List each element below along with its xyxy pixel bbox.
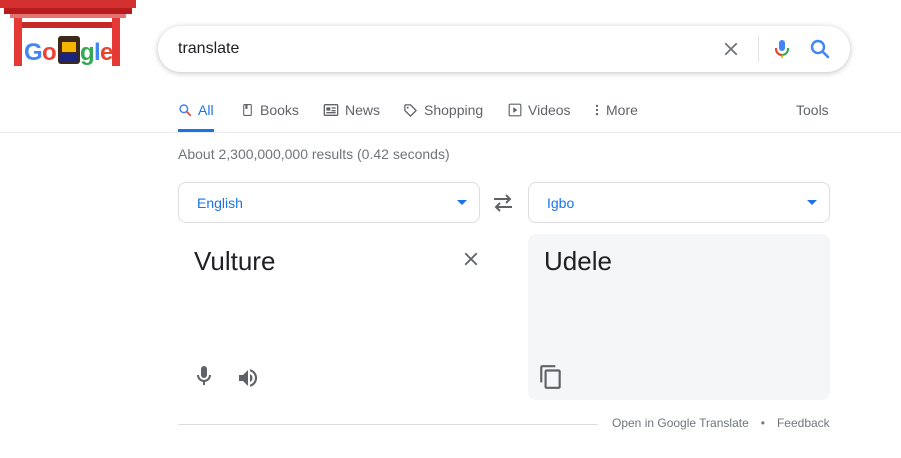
tab-label: All [198, 101, 214, 118]
search-tabs: All Books News Shopping Videos More Tool… [0, 90, 901, 133]
tools-label: Tools [796, 102, 829, 118]
torii-gate-doodle-icon: G o g l e [0, 0, 136, 66]
voice-search-mic-icon[interactable] [770, 37, 794, 61]
search-input[interactable] [178, 26, 698, 72]
search-submit-icon[interactable] [808, 37, 832, 61]
result-stats: About 2,300,000,000 results (0.42 second… [178, 146, 450, 162]
search-divider [758, 36, 759, 62]
tab-label: Shopping [424, 102, 484, 118]
feedback-link[interactable]: Feedback [777, 416, 830, 430]
target-language-select[interactable]: Igbo [528, 182, 830, 223]
open-in-google-translate-link[interactable]: Open in Google Translate [612, 416, 749, 430]
tab-label: Books [260, 102, 299, 118]
speaker-icon[interactable] [236, 366, 260, 390]
more-vert-icon [595, 104, 599, 116]
source-language-select[interactable]: English [178, 182, 480, 223]
target-text-pane: Udele [528, 234, 830, 400]
footer-separator: • [760, 416, 765, 430]
tag-icon [404, 103, 417, 117]
tab-label: News [345, 102, 381, 118]
svg-text:G: G [24, 39, 43, 66]
chevron-down-icon [807, 200, 817, 205]
play-icon [508, 103, 522, 117]
swap-languages-icon[interactable] [490, 191, 516, 215]
source-text[interactable]: Vulture [194, 246, 275, 277]
svg-text:e: e [100, 39, 113, 66]
translate-footer: Open in Google Translate • Feedback [612, 416, 830, 430]
chevron-down-icon [457, 200, 467, 205]
search-icon [179, 103, 192, 116]
google-doodle-logo[interactable]: G o g l e [0, 0, 140, 72]
book-icon [243, 104, 252, 116]
tab-books[interactable]: Books [241, 90, 299, 132]
source-language-label: English [197, 195, 243, 211]
clear-source-icon[interactable] [460, 248, 482, 270]
target-language-label: Igbo [547, 195, 575, 211]
tab-news[interactable]: News [323, 90, 380, 132]
svg-text:g: g [80, 39, 95, 66]
tab-label: Videos [528, 102, 571, 118]
footer-divider [178, 424, 598, 425]
tab-all[interactable]: All [178, 90, 214, 132]
tools-button[interactable]: Tools [796, 90, 829, 132]
news-icon [323, 104, 339, 116]
source-text-pane[interactable]: Vulture [178, 234, 480, 400]
mic-icon[interactable] [192, 364, 216, 388]
target-text: Udele [544, 246, 612, 276]
tab-more[interactable]: More [594, 90, 638, 132]
tab-shopping[interactable]: Shopping [403, 90, 483, 132]
tab-label: More [606, 102, 638, 118]
copy-icon[interactable] [538, 364, 564, 390]
svg-text:o: o [42, 39, 57, 66]
search-box [158, 26, 850, 72]
tab-videos[interactable]: Videos [508, 90, 571, 132]
clear-search-icon[interactable] [720, 38, 742, 60]
